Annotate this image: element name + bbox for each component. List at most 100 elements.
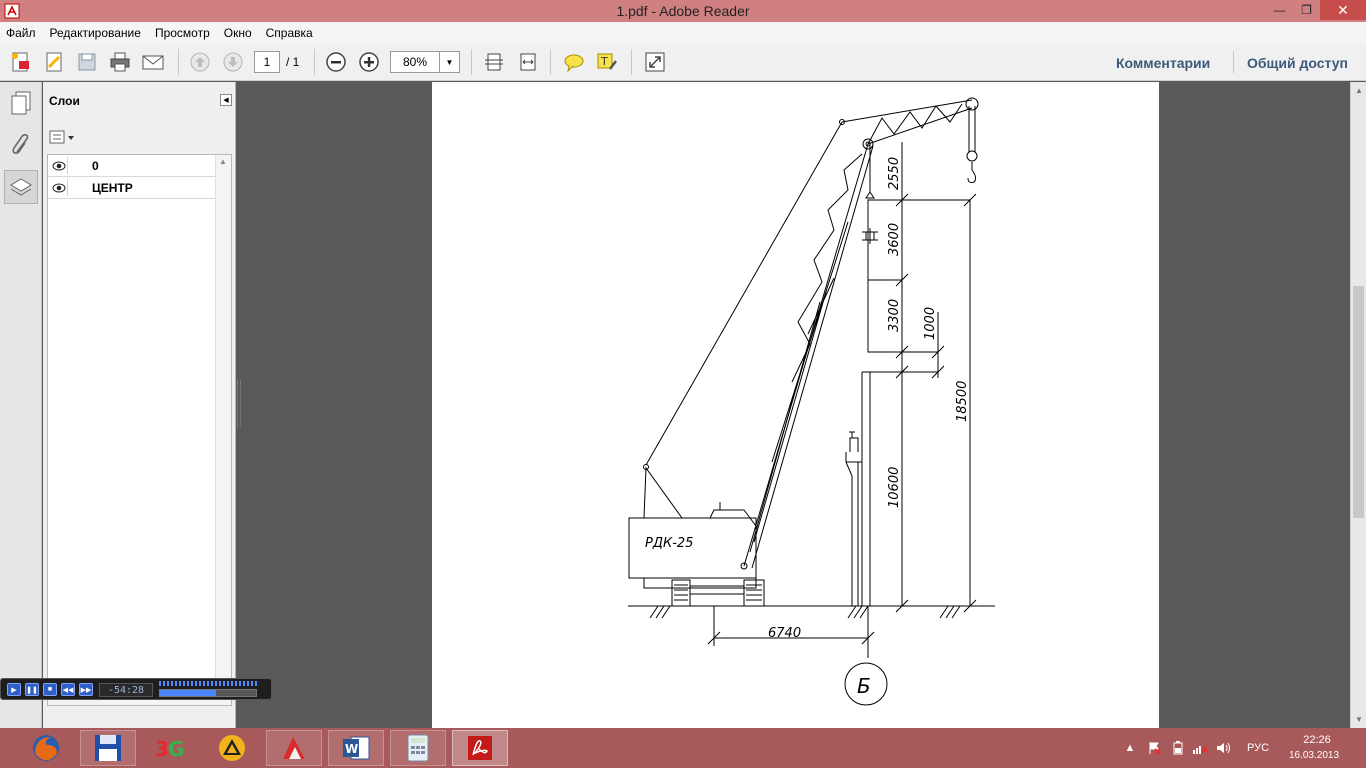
- network-icon[interactable]: [1192, 741, 1208, 755]
- taskbar-word[interactable]: W: [328, 730, 384, 766]
- word-icon: W: [343, 736, 370, 760]
- layer-row[interactable]: 0: [48, 155, 216, 177]
- menu-edit[interactable]: Редактирование: [50, 26, 141, 40]
- menu-view[interactable]: Просмотр: [155, 26, 210, 40]
- add-comment-button[interactable]: [561, 50, 587, 74]
- fit-width-button[interactable]: [515, 50, 541, 74]
- email-button[interactable]: [140, 50, 166, 74]
- document-vertical-scrollbar[interactable]: ▲ ▼: [1350, 82, 1366, 728]
- clock-date[interactable]: 16.03.2013: [1282, 750, 1346, 761]
- calculator-icon: [407, 734, 429, 762]
- highlight-text-button[interactable]: T: [594, 50, 620, 74]
- eye-icon[interactable]: [50, 157, 68, 174]
- menu-window[interactable]: Окно: [224, 26, 252, 40]
- restore-button[interactable]: ❐: [1293, 0, 1320, 20]
- seek-bar[interactable]: [159, 689, 257, 697]
- full-screen-button[interactable]: [642, 50, 668, 74]
- menu-bar: Файл Редактирование Просмотр Окно Справк…: [0, 22, 1366, 43]
- scroll-down-icon: ▼: [1355, 715, 1363, 724]
- play-button[interactable]: ▶: [7, 683, 21, 696]
- 3g-modem-icon: 3G: [155, 737, 184, 761]
- taskbar-autocad[interactable]: [266, 730, 322, 766]
- speech-bubble-icon: [564, 54, 584, 73]
- battery-icon[interactable]: [1170, 741, 1186, 755]
- taskbar-3g-app[interactable]: 3G: [142, 730, 198, 766]
- comments-link[interactable]: Комментарии: [1116, 55, 1210, 71]
- clock-time[interactable]: 22:26: [1292, 734, 1342, 746]
- pause-icon: ❚❚: [26, 686, 38, 694]
- envelope-icon: [142, 55, 164, 70]
- save-icon: [78, 53, 96, 71]
- window-controls: — ❐ ✕: [1266, 0, 1366, 20]
- fast-forward-button[interactable]: ▶▶: [79, 683, 93, 696]
- scroll-up-icon: ▲: [219, 157, 227, 166]
- expand-icon: [645, 52, 665, 72]
- menu-file[interactable]: Файл: [6, 26, 36, 40]
- action-center-icon[interactable]: [1146, 741, 1162, 755]
- toolbar-separator: [314, 49, 315, 75]
- minimize-button[interactable]: —: [1266, 0, 1293, 20]
- dimension-label: 10600: [887, 467, 902, 508]
- zoom-in-button[interactable]: [356, 50, 382, 74]
- layer-row[interactable]: ЦЕНТР: [48, 177, 216, 199]
- autocad-icon: [283, 737, 305, 759]
- layers-options-button[interactable]: [49, 128, 77, 146]
- toolbar-separator: [1233, 51, 1234, 73]
- taskbar-adobe-reader[interactable]: [452, 730, 508, 766]
- pause-button[interactable]: ❚❚: [25, 683, 39, 696]
- layers-list: 0 ЦЕНТР ▲ ‹ ›: [47, 154, 232, 706]
- chevron-down-icon[interactable]: ▼: [439, 52, 459, 72]
- attachments-panel-button[interactable]: [4, 128, 38, 162]
- volume-indicator[interactable]: [159, 681, 257, 686]
- layers-vertical-scrollbar[interactable]: ▲: [215, 155, 231, 691]
- taskbar-save-app[interactable]: [80, 730, 136, 766]
- minus-circle-icon: [326, 52, 346, 72]
- zoom-value: 80%: [402, 55, 428, 69]
- next-page-button[interactable]: [220, 50, 246, 74]
- taskbar: 3G W ▲ РУС 22:26 16.03.2013: [0, 728, 1366, 768]
- media-player-bar: ▶ ❚❚ ■ ◀◀ ▶▶ -54:28: [0, 678, 272, 700]
- crane-drawing: РДК-25 2550 3600 3300 1000 18500 10600 6…: [628, 97, 995, 706]
- minimize-icon: —: [1273, 3, 1286, 17]
- chevron-up-icon: ▲: [1124, 742, 1136, 754]
- navigation-pane-strip: [0, 82, 42, 728]
- axis-label: Б: [857, 674, 871, 698]
- page-number-input[interactable]: 1: [254, 51, 280, 73]
- stop-button[interactable]: ■: [43, 683, 57, 696]
- layers-panel-button[interactable]: [4, 170, 38, 204]
- restore-icon: ❐: [1301, 3, 1312, 17]
- pages-panel-button[interactable]: [4, 86, 38, 120]
- rewind-icon: ◀◀: [62, 686, 74, 694]
- close-button[interactable]: ✕: [1320, 0, 1366, 20]
- print-button[interactable]: [107, 50, 133, 74]
- volume-icon[interactable]: [1215, 741, 1231, 755]
- create-pdf-button[interactable]: [8, 50, 34, 74]
- title-bar: 1.pdf - Adobe Reader — ❐ ✕: [0, 0, 1366, 22]
- save-button[interactable]: [74, 50, 100, 74]
- svg-text:G: G: [168, 737, 184, 761]
- zoom-out-button[interactable]: [323, 50, 349, 74]
- show-hidden-icons-button[interactable]: ▲: [1122, 741, 1138, 755]
- collapse-panel-button[interactable]: ◀: [220, 94, 232, 106]
- scrollbar-thumb[interactable]: [1353, 286, 1364, 518]
- previous-page-button[interactable]: [187, 50, 213, 74]
- pdf-page[interactable]: РДК-25 2550 3600 3300 1000 18500 10600 6…: [432, 82, 1159, 728]
- stop-icon: ■: [47, 686, 53, 693]
- share-link[interactable]: Общий доступ: [1247, 55, 1348, 71]
- input-language[interactable]: РУС: [1247, 742, 1269, 754]
- toolbar: 1 / 1 80% ▼ T Комментарии Общий доступ: [0, 43, 1366, 81]
- rewind-button[interactable]: ◀◀: [61, 683, 75, 696]
- layer-name: ЦЕНТР: [92, 181, 133, 195]
- taskbar-firefox[interactable]: [18, 730, 74, 766]
- taskbar-archicad[interactable]: [204, 730, 260, 766]
- zoom-select[interactable]: 80% ▼: [390, 51, 460, 73]
- highlight-text-icon: T: [597, 53, 617, 70]
- scrolling-mode-button[interactable]: [481, 50, 507, 74]
- menu-help[interactable]: Справка: [266, 26, 313, 40]
- taskbar-calculator[interactable]: [390, 730, 446, 766]
- plus-circle-icon: [359, 52, 379, 72]
- fit-page-icon: [485, 53, 503, 71]
- eye-icon[interactable]: [50, 179, 68, 196]
- edit-pdf-button[interactable]: [41, 50, 67, 74]
- page-total: / 1: [286, 55, 300, 69]
